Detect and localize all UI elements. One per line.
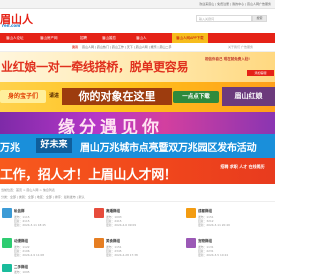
banner-talent-headline: 工作，招人才！上眉山人才网！ bbox=[0, 168, 177, 183]
group-card[interactable]: 二手群组 发布：1095 bbox=[2, 262, 90, 274]
filter-row[interactable]: 分类：全部 | 类别：全部 | 地区：全部 | 排序：最新发布 | 默认 bbox=[0, 195, 275, 202]
group-updated: 更新：2024-3-11 18:45 bbox=[14, 223, 46, 227]
group-icon bbox=[186, 238, 196, 248]
banner-event-left: 万兆 bbox=[0, 143, 20, 154]
banner-talent[interactable]: 工作，招人才！上眉山人才网！ 招聘 求职 人才 在线简历 bbox=[0, 158, 275, 184]
group-posts: 发布：1095 bbox=[14, 270, 30, 274]
banner-left-badge: 身的宝子们 bbox=[0, 90, 46, 103]
group-updated: 更新：2024-3-5 10:24 bbox=[198, 253, 229, 257]
group-card[interactable]: 私信群 发布：1115 回复：4115 更新：2024-3-11 18:45 bbox=[2, 206, 90, 240]
nav-item-house[interactable]: 眉山房产网 bbox=[40, 33, 58, 43]
group-title[interactable]: 动漫群组 bbox=[14, 239, 28, 244]
banner-romance-text: 缘分遇见你 bbox=[58, 118, 163, 134]
subnav-label-news: 资讯 bbox=[72, 45, 79, 49]
group-card[interactable]: 成都群组 发布：1151 回复：3212 更新：2024-3-11 20:49 bbox=[186, 206, 274, 240]
site-logo[interactable]: 眉山人 ren.com bbox=[0, 11, 42, 29]
group-icon bbox=[2, 238, 12, 248]
group-title[interactable]: 成都群组 bbox=[198, 209, 212, 214]
breadcrumb[interactable]: 当前位置：首页 > 眉山人网 > 信息列表 bbox=[0, 188, 275, 195]
banner-please-text: 请进 bbox=[49, 93, 60, 99]
group-icon bbox=[94, 208, 104, 218]
search-button[interactable]: 搜索 bbox=[252, 15, 267, 22]
banner-dating-app[interactable]: 身的宝子们 请进 你的对象在这里 一点点下载 眉山红娘 bbox=[0, 82, 275, 112]
group-icon bbox=[2, 208, 12, 218]
nav-item-home[interactable]: 眉山人 bbox=[136, 33, 147, 43]
banner-subtext: 相信你自己 现在就免费入驻! bbox=[205, 57, 250, 61]
group-icon bbox=[186, 208, 196, 218]
banner-event-headline: 眉山万兆城市点亮暨双万兆园区发布活动 bbox=[80, 143, 257, 154]
main-nav: 眉山人论坛 眉山房产网 招聘 眉山婚恋 眉山人 眉山人网APP下载 bbox=[0, 33, 275, 43]
banner-city-event[interactable]: 万兆 好未来 眉山万兆城市点亮暨双万兆园区发布活动 bbox=[0, 134, 275, 158]
subnav-badge[interactable]: 关于我们 广告服务 bbox=[228, 45, 253, 49]
banner-romance[interactable]: 缘分遇见你 bbox=[0, 112, 275, 134]
search-input[interactable]: 输入关键词 bbox=[196, 15, 252, 22]
banner-brand-logo: 好未来 bbox=[36, 138, 72, 153]
group-title[interactable]: 宠物群组 bbox=[198, 239, 212, 244]
contact-service-tag[interactable]: 添加客服 bbox=[247, 70, 274, 76]
header: 眉山人 ren.com 输入关键词 搜索 bbox=[0, 9, 275, 33]
download-button[interactable]: 一点点下载 bbox=[173, 91, 219, 103]
nav-item-dating[interactable]: 眉山婚恋 bbox=[102, 33, 116, 43]
group-updated: 更新：2024-4-6 09:09 bbox=[106, 223, 137, 227]
top-links[interactable]: 欢迎来眉山 | 免费注册 | 我的中心 | 眉山人网广告服务 bbox=[199, 2, 271, 6]
subnav-links-news[interactable]: 眉山人网 | 眉山热门 | 眉山工作 | 天下 | 眉山人网 | 娱乐 | 眉山… bbox=[82, 45, 172, 49]
nav-item-jobs[interactable]: 招聘 bbox=[80, 33, 87, 43]
sub-nav: 资讯 眉山人网 | 眉山热门 | 眉山工作 | 天下 | 眉山人网 | 娱乐 |… bbox=[0, 43, 275, 52]
group-title[interactable]: 美食群组 bbox=[106, 239, 120, 244]
group-icon bbox=[94, 238, 104, 248]
group-updated: 更新：2024-3-11 20:49 bbox=[198, 223, 230, 227]
matchmaker-logo: 眉山红娘 bbox=[222, 87, 275, 106]
nav-item-app[interactable]: 眉山人网APP下载 bbox=[172, 33, 208, 43]
group-updated: 更新：2024-2-9 11:08 bbox=[14, 253, 45, 257]
group-card[interactable]: 离婚群组 发布：1093 回复：2415 更新：2024-4-6 09:09 bbox=[94, 206, 182, 240]
logo-domain: ren.com bbox=[2, 23, 21, 28]
banner-talent-side: 招聘 求职 人才 在线简历 bbox=[220, 164, 265, 169]
nav-item-forum[interactable]: 眉山人论坛 bbox=[6, 33, 24, 43]
group-card[interactable]: 宠物群组 发布：1131 回复：2231 更新：2024-3-5 10:24 bbox=[186, 236, 274, 270]
banner-headline: 业红娘一对一牵线搭桥，脱单更容易 bbox=[1, 60, 189, 74]
banner-matchmaker[interactable]: 业红娘一对一牵线搭桥，脱单更容易 相信你自己 现在就免费入驻! 添加客服 bbox=[0, 52, 275, 82]
group-title[interactable]: 离婚群组 bbox=[106, 209, 120, 214]
group-card[interactable]: 美食群组 发布：1151 回复：2345 更新：2024-4-28 17:38 bbox=[94, 236, 182, 270]
group-title[interactable]: 私信群 bbox=[14, 209, 25, 214]
group-updated: 更新：2024-4-28 17:38 bbox=[106, 253, 138, 257]
top-bar: 欢迎来眉山 | 免费注册 | 我的中心 | 眉山人网广告服务 bbox=[0, 0, 275, 9]
banner-main-text: 你的对象在这里 bbox=[62, 88, 172, 105]
group-icon bbox=[2, 264, 12, 272]
